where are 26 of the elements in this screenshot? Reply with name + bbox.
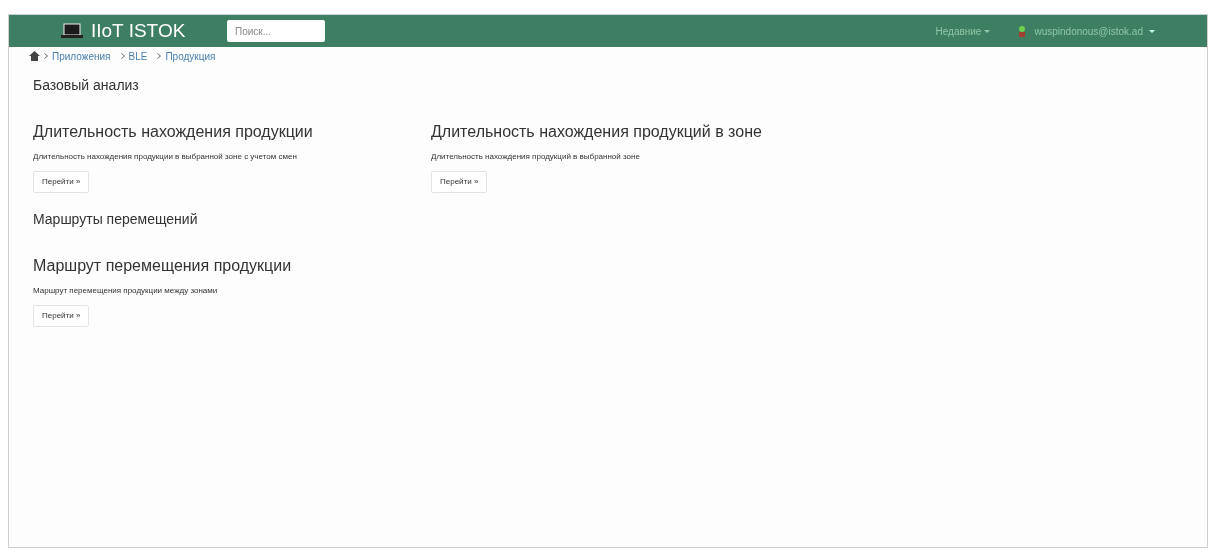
card-description: Длительность нахождения продукций в выбранной зоне [431, 151, 641, 163]
breadcrumb-link[interactable]: Продукция [165, 48, 216, 64]
card-title: Длительность нахождения продукции [33, 122, 314, 142]
recent-menu[interactable]: Недавние [935, 23, 991, 39]
chevron-icon [120, 53, 125, 59]
user-menu[interactable]: wuspindonous@istok.ad [1034, 23, 1155, 39]
home-icon[interactable] [29, 51, 40, 61]
card-description: Длительность нахождения продукции в выбранной зоне с учетом смен [33, 151, 298, 163]
logo-text[interactable]: IIoT ISTOK [91, 16, 219, 46]
search-field[interactable]: Поиск... [227, 20, 325, 42]
card-description: Маршрут перемещения продукции между зонами [33, 285, 219, 297]
section-title: Базовый анализ [33, 76, 140, 95]
go-button[interactable]: Перейти » [431, 171, 488, 193]
caret-icon [1149, 29, 1155, 33]
breadcrumb-link[interactable]: BLE [128, 48, 148, 64]
card-title: Маршрут перемещения продукции [33, 256, 293, 276]
go-button[interactable]: Перейти » [33, 171, 90, 193]
card-title: Длительность нахождения продукций в зоне [431, 122, 763, 142]
laptop-icon [61, 23, 83, 39]
user-icon [1018, 25, 1027, 37]
section-title: Маршруты перемещений [33, 210, 199, 229]
chevron-icon [44, 53, 48, 59]
go-button[interactable]: Перейти » [33, 305, 90, 327]
chevron-icon [157, 53, 162, 59]
breadcrumb-link[interactable]: Приложения [52, 48, 111, 64]
caret-icon [984, 29, 991, 33]
